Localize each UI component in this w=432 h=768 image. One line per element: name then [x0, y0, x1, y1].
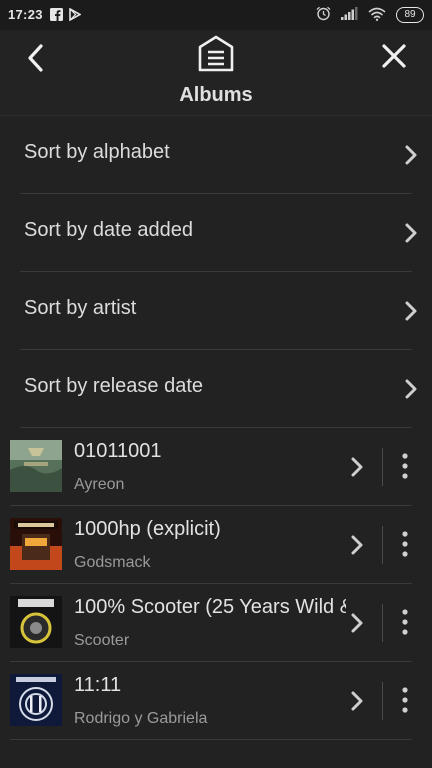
album-title: 100% Scooter (25 Years Wild & Wicked): [74, 596, 346, 618]
status-bar: 17:23 89: [0, 0, 432, 30]
chevron-right-icon[interactable]: [350, 456, 364, 478]
status-time: 17:23: [8, 7, 43, 22]
vertical-divider: [382, 526, 383, 564]
album-artist: Scooter: [74, 632, 130, 649]
sort-option-label: Sort by date added: [24, 219, 194, 241]
sort-by-release-date[interactable]: Sort by release date: [0, 350, 432, 428]
more-options-icon[interactable]: [398, 452, 412, 480]
album-row[interactable]: 01011001 Ayreon: [0, 428, 432, 506]
header-bar: Albums: [0, 30, 432, 116]
facebook-icon: [50, 8, 63, 24]
vertical-divider: [382, 448, 383, 486]
album-cover: [10, 596, 62, 648]
album-title: 11:11: [74, 674, 122, 696]
album-artist: Ayreon: [74, 476, 125, 493]
chevron-right-icon: [405, 379, 417, 399]
album-artist: Rodrigo y Gabriela: [74, 710, 208, 727]
sort-option-label: Sort by release date: [24, 375, 203, 397]
vertical-divider: [382, 682, 383, 720]
page-title: Albums: [179, 84, 253, 106]
album-title: 1000hp (explicit): [74, 518, 221, 540]
home-button[interactable]: [196, 34, 236, 74]
chevron-right-icon[interactable]: [350, 690, 364, 712]
album-cover: [10, 518, 62, 570]
home-icon: [198, 35, 234, 72]
vertical-divider: [382, 604, 383, 642]
chevron-right-icon[interactable]: [350, 612, 364, 634]
chevron-right-icon: [405, 301, 417, 321]
more-options-icon[interactable]: [398, 608, 412, 636]
album-row[interactable]: 1000hp (explicit) Godsmack: [0, 506, 432, 584]
album-row[interactable]: 11:11 Rodrigo y Gabriela: [0, 662, 432, 740]
close-button[interactable]: [376, 38, 412, 74]
album-cover: [10, 674, 62, 726]
wifi-icon: [368, 7, 386, 24]
chevron-left-icon: [28, 44, 43, 72]
close-icon: [382, 44, 406, 68]
more-options-icon[interactable]: [398, 530, 412, 558]
sort-option-label: Sort by artist: [24, 297, 137, 319]
chevron-right-icon: [405, 145, 417, 165]
chevron-right-icon[interactable]: [350, 534, 364, 556]
signal-icon: [341, 7, 358, 23]
sort-by-date-added[interactable]: Sort by date added: [0, 194, 432, 272]
album-list: 01011001 Ayreon 1000hp (explicit) Godsma…: [0, 428, 432, 740]
chevron-right-icon: [405, 223, 417, 243]
album-row[interactable]: 100% Scooter (25 Years Wild & Wicked) Sc…: [0, 584, 432, 662]
back-button[interactable]: [20, 40, 56, 76]
sort-options-list: Sort by alphabet Sort by date added Sort…: [0, 116, 432, 428]
sort-by-artist[interactable]: Sort by artist: [0, 272, 432, 350]
battery-icon: 89: [396, 7, 424, 23]
more-options-icon[interactable]: [398, 686, 412, 714]
play-store-icon: [69, 7, 82, 24]
album-title: 01011001: [74, 440, 162, 462]
battery-level: 89: [404, 9, 416, 20]
album-cover: [10, 440, 62, 492]
album-artist: Godsmack: [74, 554, 151, 571]
sort-by-alphabet[interactable]: Sort by alphabet: [0, 116, 432, 194]
sort-option-label: Sort by alphabet: [24, 141, 170, 163]
divider: [10, 739, 412, 740]
alarm-icon: [316, 6, 331, 24]
